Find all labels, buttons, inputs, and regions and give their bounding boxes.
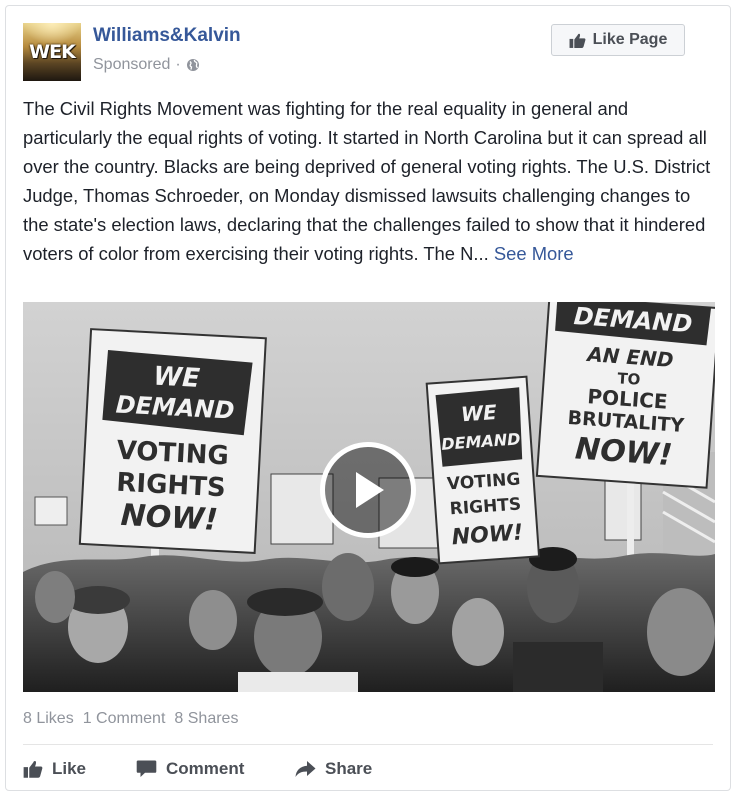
share-button[interactable]: Share — [295, 754, 372, 784]
shares-count[interactable]: 8 Shares — [174, 710, 238, 728]
thumb-up-icon — [569, 33, 586, 48]
sign-left-line3: NOW! — [120, 498, 219, 538]
post-body-text: The Civil Rights Movement was fighting f… — [23, 98, 711, 264]
sponsored-line: Sponsored · — [93, 56, 200, 74]
video-thumbnail[interactable]: WE DEMAND VOTING RIGHTS NOW! WE DEMAND V… — [23, 302, 715, 692]
comment-icon — [136, 760, 157, 777]
like-page-button[interactable]: Like Page — [551, 24, 685, 56]
comments-count[interactable]: 1 Comment — [83, 710, 166, 728]
post-actions: Like Comment Share — [23, 754, 713, 784]
thumb-up-icon — [23, 761, 43, 778]
separator-dot: · — [175, 56, 181, 73]
globe-icon — [186, 59, 199, 71]
sign-center-line3: NOW! — [451, 520, 524, 550]
comment-button[interactable]: Comment — [136, 754, 244, 784]
sign-right-line5: NOW! — [574, 431, 674, 473]
see-more-link[interactable]: See More — [494, 243, 574, 264]
share-label: Share — [325, 759, 373, 778]
play-button[interactable] — [320, 442, 416, 538]
share-arrow-icon — [295, 761, 316, 777]
sign-center-top: WE — [460, 400, 498, 426]
like-label: Like — [52, 759, 87, 778]
play-icon — [356, 472, 384, 508]
engagement-stats: 8 Likes 1 Comment 8 Shares — [23, 710, 238, 728]
post-body: The Civil Rights Movement was fighting f… — [23, 94, 713, 268]
avatar-logo-text: WEK — [29, 41, 76, 63]
page-avatar[interactable]: WEK — [23, 23, 81, 81]
sign-left-line1: VOTING — [116, 436, 230, 472]
like-button[interactable]: Like — [23, 754, 86, 784]
comment-label: Comment — [166, 759, 245, 778]
sponsored-post-card: WEK Williams&Kalvin Sponsored · Like Pag… — [5, 5, 731, 791]
sign-left-top: WE — [153, 361, 201, 393]
actions-divider — [23, 744, 713, 745]
post-header: WEK Williams&Kalvin Sponsored · Like Pag… — [23, 23, 713, 83]
likes-count[interactable]: 8 Likes — [23, 710, 74, 728]
like-page-label: Like Page — [592, 31, 668, 48]
sponsored-label[interactable]: Sponsored — [93, 56, 170, 74]
page-name-link[interactable]: Williams&Kalvin — [93, 25, 241, 47]
